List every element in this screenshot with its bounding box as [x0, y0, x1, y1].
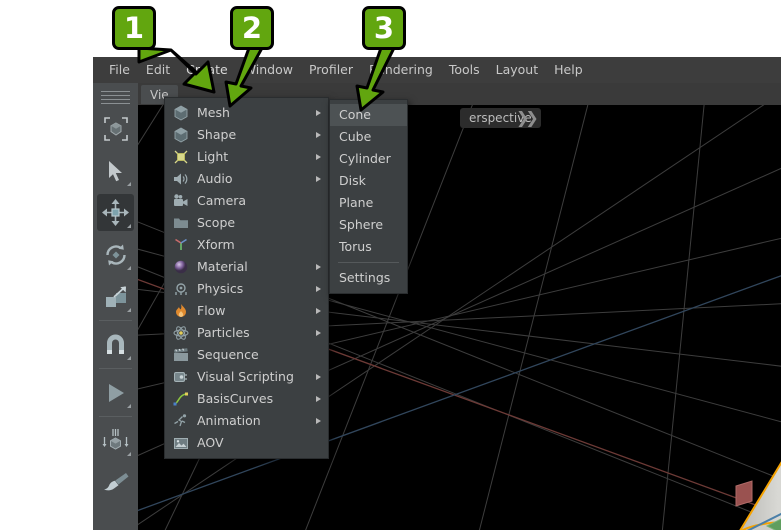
annotation-arrows — [137, 46, 396, 112]
annotation-arrow-1 — [137, 46, 216, 94]
annotation-badge-2: 2 — [230, 6, 274, 50]
annotation-arrow-2 — [224, 46, 264, 108]
annotation-arrow-3 — [355, 46, 396, 112]
annotation-badge-1: 1 — [112, 6, 156, 50]
annotation-badge-3: 3 — [362, 6, 406, 50]
